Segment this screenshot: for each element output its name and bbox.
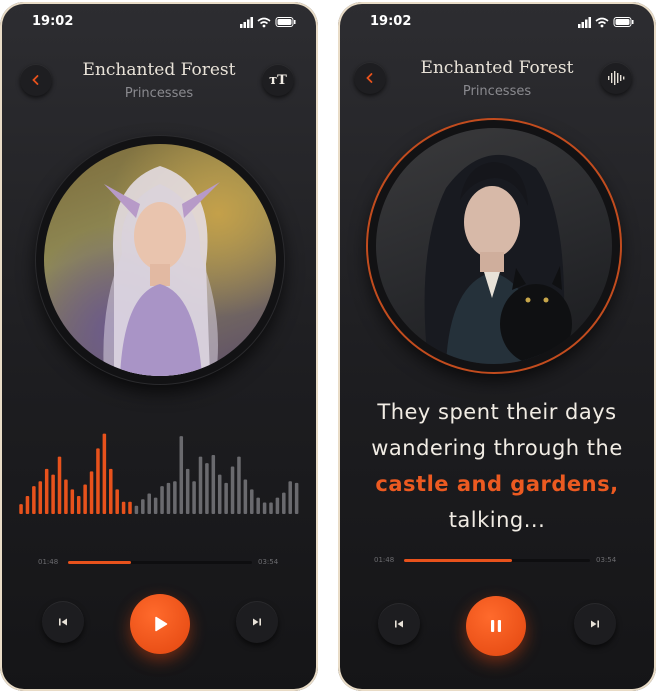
waveform-bar <box>96 448 100 514</box>
status-icons <box>240 17 296 28</box>
waveform-bar <box>109 468 113 514</box>
duration-time: 03:54 <box>258 558 279 566</box>
status-bar: 19:02 <box>0 12 318 32</box>
progress-fill <box>404 559 512 562</box>
waveform-bar <box>205 463 209 514</box>
waveform-bar <box>288 481 292 514</box>
waveform-bar <box>256 497 260 514</box>
waveform-bar <box>224 482 228 514</box>
progress-track[interactable] <box>68 561 252 564</box>
next-button[interactable] <box>236 601 278 643</box>
waveform-bar <box>25 495 30 514</box>
waveform-bar <box>121 501 126 514</box>
waveform-bar <box>237 456 241 514</box>
skip-next-icon <box>591 620 599 628</box>
elapsed-time: 01:48 <box>38 558 59 566</box>
waveform-bar <box>83 484 87 514</box>
waveform-bar <box>166 482 171 514</box>
progress-track[interactable] <box>404 559 590 562</box>
player-header: Enchanted Forest Princesses тT <box>0 58 318 102</box>
artwork-image-dark-princess <box>376 128 612 364</box>
skip-next-icon <box>253 618 261 626</box>
lyric-highlight: castle and gardens, <box>375 472 619 496</box>
play-icon <box>155 616 168 632</box>
waveform-bar <box>217 474 222 514</box>
waveform-bar <box>192 481 196 514</box>
progress-bar[interactable]: 01:48 03:54 <box>0 558 318 568</box>
skip-previous-icon <box>59 618 67 626</box>
waveform-bar <box>32 486 36 514</box>
waveform-bar <box>230 466 235 514</box>
artwork-image-elf <box>44 144 276 376</box>
waveform-bar <box>269 502 273 514</box>
text-size-icon: тT <box>269 72 287 88</box>
waveform-bar <box>160 486 164 514</box>
waveform-bar <box>185 468 190 514</box>
pause-icon <box>491 620 501 632</box>
waveform-toggle-button[interactable] <box>600 62 632 94</box>
waveform-bar <box>294 482 299 514</box>
waveform-bar <box>115 489 119 514</box>
waveform-bar <box>19 504 23 514</box>
waveform-bar <box>57 456 62 514</box>
waveform-bar <box>51 474 55 514</box>
progress-bar[interactable]: 01:48 03:54 <box>338 556 656 566</box>
pause-button[interactable] <box>466 596 526 656</box>
previous-button[interactable] <box>378 603 420 645</box>
waveform-bar <box>76 495 81 514</box>
waveform-bar <box>44 468 49 514</box>
waveform-bar <box>102 433 107 514</box>
lyric-before: They spent their days wandering through … <box>371 400 623 460</box>
lyric-after: talking... <box>448 508 546 532</box>
waveform-bar <box>147 493 151 514</box>
player-header: Enchanted Forest Princesses <box>338 58 656 102</box>
player-screen-lyrics: 19:02 Enchanted Forest Princesses They s… <box>338 2 656 691</box>
next-button[interactable] <box>574 603 616 645</box>
player-screen-waveform: 19:02 Enchanted Forest Princesses тT 01:… <box>0 2 318 691</box>
status-bar: 19:02 <box>338 12 656 32</box>
cover-artwork <box>368 120 620 372</box>
text-size-button[interactable]: тT <box>262 64 294 96</box>
lyrics-text: They spent their days wandering through … <box>358 394 636 538</box>
waveform-bar <box>275 497 280 514</box>
status-icons <box>578 17 634 28</box>
waveform-bar <box>38 481 43 514</box>
waveform-bar <box>89 471 94 514</box>
waveform-bar <box>243 479 248 514</box>
status-time: 19:02 <box>32 14 74 29</box>
audio-waveform[interactable] <box>18 432 300 514</box>
audio-wave-icon <box>608 71 625 85</box>
waveform-bar <box>250 489 254 514</box>
waveform-bar <box>262 502 267 514</box>
waveform-bar <box>211 454 216 514</box>
cover-artwork <box>36 136 284 384</box>
waveform-bar <box>64 479 68 514</box>
waveform-bar <box>198 456 203 514</box>
waveform-bar <box>282 492 286 514</box>
status-time: 19:02 <box>370 14 412 29</box>
play-button[interactable] <box>130 594 190 654</box>
skip-previous-icon <box>395 620 403 628</box>
waveform-bar <box>153 497 158 514</box>
elapsed-time: 01:48 <box>374 556 395 564</box>
waveform-bar <box>70 489 75 514</box>
waveform-bar <box>134 505 139 514</box>
waveform-bar <box>179 436 184 514</box>
waveform-bar <box>141 499 145 514</box>
waveform-bar <box>173 481 177 514</box>
progress-fill <box>68 561 131 564</box>
previous-button[interactable] <box>42 601 84 643</box>
duration-time: 03:54 <box>596 556 617 564</box>
waveform-bar <box>128 501 132 514</box>
